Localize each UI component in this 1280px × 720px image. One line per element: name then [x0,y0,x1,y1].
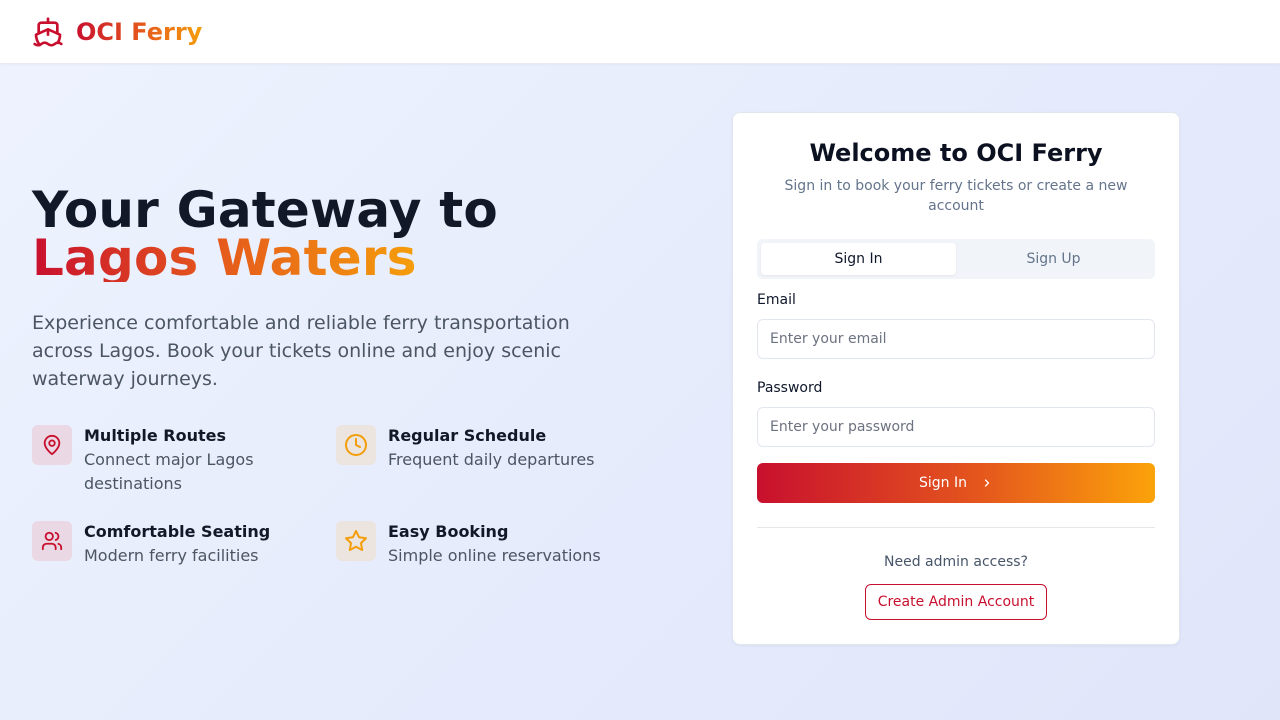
feature-title: Multiple Routes [84,426,227,445]
hero-description: Experience comfortable and reliable ferr… [32,312,570,390]
email-field[interactable] [757,319,1155,359]
password-field[interactable] [757,407,1155,447]
chevron-right-icon [984,479,990,487]
map-pin-icon [43,434,61,456]
brand-logo[interactable]: OCI Ferry [32,16,202,48]
sign-in-button-label: Sign In [919,475,967,491]
feature-title: Regular Schedule [388,426,547,445]
feature-regular-schedule: Regular Schedule Frequent daily departur… [336,425,626,472]
feature-description: Simple online reservations [388,546,601,565]
users-icon [41,531,63,551]
hero-title: Your Gateway to Lagos Waters [32,181,672,287]
email-label: Email [757,292,796,308]
ship-icon [33,17,63,47]
auth-subtitle: Sign in to book your ferry tickets or cr… [784,178,1128,214]
hero-title-line2: Lagos Waters [32,229,417,287]
tab-sign-in[interactable]: Sign In [761,243,956,275]
feature-description: Modern ferry facilities [84,546,259,565]
feature-icon-box [32,425,72,465]
feature-icon-box [336,425,376,465]
create-admin-account-button[interactable]: Create Admin Account [865,584,1047,620]
feature-title: Comfortable Seating [84,522,271,541]
star-icon [345,530,367,552]
sign-in-button[interactable]: Sign In [757,463,1155,503]
feature-description: Frequent daily departures [388,450,595,469]
feature-comfortable-seating: Comfortable Seating Modern ferry facilit… [32,521,322,568]
clock-icon [345,434,367,456]
feature-easy-booking: Easy Booking Simple online reservations [336,521,626,568]
top-nav: OCI Ferry [0,0,1280,64]
feature-multiple-routes: Multiple Routes Connect major Lagos dest… [32,425,322,496]
feature-icon-box [336,521,376,561]
feature-title: Easy Booking [388,522,509,541]
password-label: Password [757,380,823,396]
brand-name: OCI Ferry [76,18,203,46]
auth-tabs: Sign In Sign Up [757,239,1155,279]
tab-sign-up[interactable]: Sign Up [956,243,1151,275]
hero-title-line1: Your Gateway to [32,181,498,239]
admin-prompt: Need admin access? [884,554,1028,570]
feature-description: Connect major Lagos destinations [84,450,254,493]
auth-card: Welcome to OCI Ferry Sign in to book you… [732,112,1180,645]
feature-icon-box [32,521,72,561]
auth-title: Welcome to OCI Ferry [809,139,1103,167]
divider [757,527,1155,528]
